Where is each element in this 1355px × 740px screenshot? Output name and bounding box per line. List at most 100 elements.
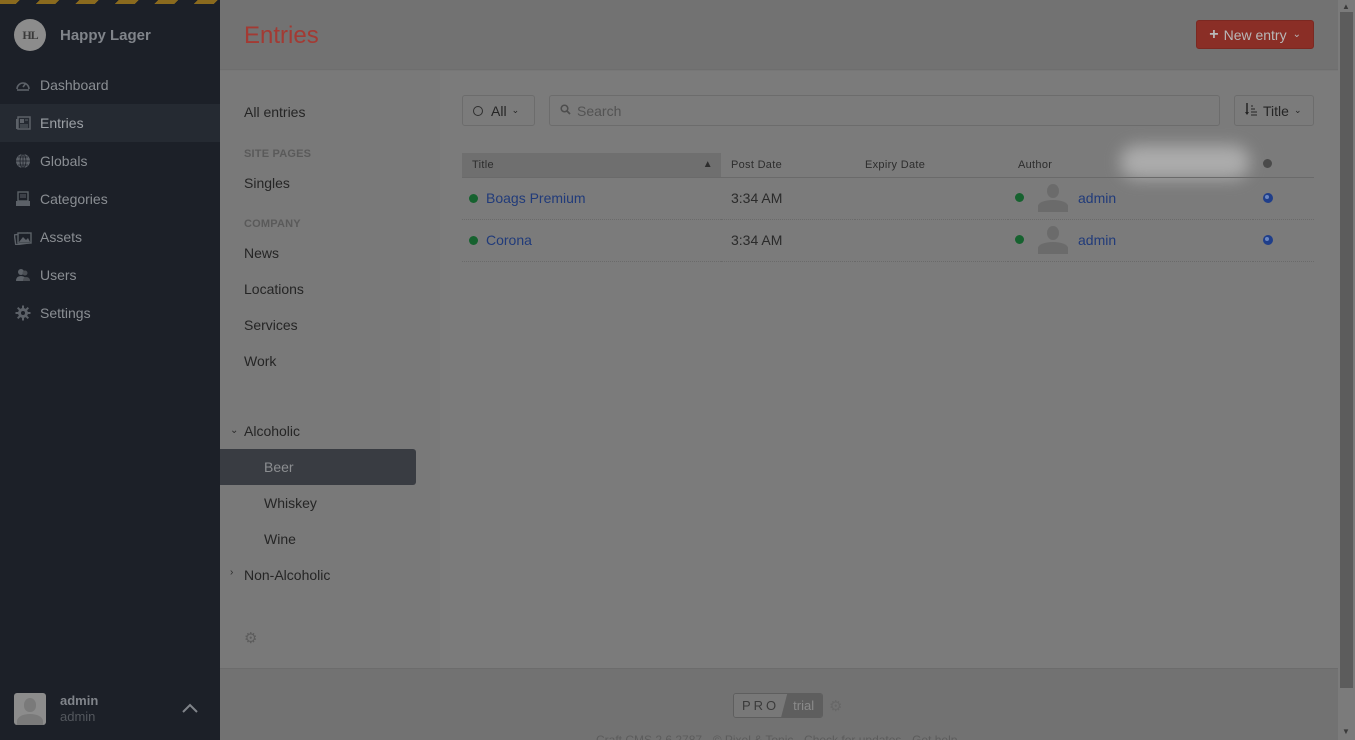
author-status-icon (1015, 234, 1024, 244)
page-header: Entries + New entry ⌄ (220, 0, 1338, 70)
chevron-down-icon: ⌄ (511, 105, 520, 115)
chevron-down-icon: ⌄ (1293, 105, 1302, 115)
author-avatar (1038, 184, 1068, 212)
page-scrollbar[interactable]: ▲ ▼ (1338, 0, 1355, 740)
site-header[interactable]: HL Happy Lager (0, 4, 220, 66)
chevron-down-icon[interactable]: ⌄ (230, 425, 238, 436)
table-header-row: Title ▲ Post Date Expiry Date Author (462, 153, 1314, 178)
source-singles[interactable]: Singles (244, 175, 290, 191)
status-live-icon (469, 193, 478, 203)
edition-badge[interactable]: PRO trial (733, 693, 824, 718)
gear-icon[interactable]: ⚙ (829, 697, 842, 715)
entries-pane: All ⌄ Title ⌄ Tit (440, 71, 1338, 668)
scroll-thumb[interactable] (1340, 12, 1353, 688)
nav-label: Users (40, 267, 77, 283)
nav-item-entries[interactable]: Entries (0, 104, 220, 142)
global-sidebar: HL Happy Lager Dashboard Entries Globals (0, 0, 220, 740)
main-area: Entries + New entry ⌄ All entries SITE P… (220, 0, 1338, 740)
sort-icon (1245, 102, 1258, 119)
table-row: Boags Premium 3:34 AM admin (462, 177, 1314, 220)
gear-icon[interactable]: ⚙ (244, 629, 257, 647)
source-work[interactable]: Work (244, 353, 276, 369)
source-non-alcoholic[interactable]: Non-Alcoholic (244, 567, 330, 583)
nav-label: Categories (40, 191, 108, 207)
globe-icon[interactable] (1263, 193, 1273, 203)
user-avatar (14, 693, 46, 725)
nav-label: Entries (40, 115, 84, 131)
nav-label: Assets (40, 229, 83, 245)
source-beer[interactable]: Beer (220, 449, 416, 485)
column-header-site (1253, 153, 1314, 178)
nav-item-globals[interactable]: Globals (0, 142, 220, 180)
entries-table: Title ▲ Post Date Expiry Date Author Boag… (462, 153, 1314, 262)
author-link[interactable]: admin (1078, 190, 1116, 206)
source-all-entries[interactable]: All entries (244, 104, 305, 120)
nav-label: Settings (40, 305, 91, 321)
source-wine[interactable]: Wine (264, 531, 296, 547)
column-header-title[interactable]: Title ▲ (462, 153, 721, 178)
source-locations[interactable]: Locations (244, 281, 304, 297)
users-icon (14, 266, 32, 284)
search-input[interactable] (577, 102, 1197, 119)
sort-label: Title (1263, 102, 1289, 119)
search-box[interactable] (549, 95, 1220, 126)
footer: PRO trial ⚙ Craft CMS 2.6.2787 · © Pixel… (220, 668, 1338, 740)
sort-button[interactable]: Title ⌄ (1234, 95, 1314, 126)
scroll-up-icon[interactable]: ▲ (1342, 2, 1350, 11)
nav-item-dashboard[interactable]: Dashboard (0, 66, 220, 104)
scroll-down-icon[interactable]: ▼ (1342, 727, 1350, 736)
chevron-up-icon[interactable] (182, 700, 198, 716)
source-heading-company: COMPANY (244, 218, 301, 230)
source-beer-label: Beer (264, 459, 294, 475)
user-role: admin (60, 709, 96, 724)
edition-status: trial (781, 694, 823, 717)
site-name[interactable]: Happy Lager (60, 27, 151, 44)
column-header-expiry-date[interactable]: Expiry Date (855, 153, 1008, 178)
chevron-down-icon: ⌄ (1292, 29, 1301, 40)
source-heading-site-pages: SITE PAGES (244, 148, 312, 160)
user-name: admin (60, 693, 99, 708)
globe-icon (14, 152, 32, 170)
nav-item-settings[interactable]: Settings (0, 294, 220, 332)
plus-icon: + (1209, 25, 1219, 43)
page-title: Entries (244, 22, 319, 49)
nav-item-users[interactable]: Users (0, 256, 220, 294)
user-panel[interactable]: admin admin (0, 678, 220, 740)
globe-icon (1263, 158, 1272, 168)
new-entry-button[interactable]: + New entry ⌄ (1196, 20, 1314, 49)
source-services[interactable]: Services (244, 317, 298, 333)
entry-title-link[interactable]: Corona (486, 232, 532, 248)
dashboard-icon (14, 76, 32, 94)
gear-icon (14, 304, 32, 322)
status-filter-button[interactable]: All ⌄ (462, 95, 535, 126)
status-filter-label: All (491, 102, 507, 119)
nav-label: Globals (40, 153, 88, 169)
entry-title-link[interactable]: Boags Premium (486, 190, 586, 206)
column-header-post-date[interactable]: Post Date (721, 153, 855, 178)
assets-icon (14, 228, 32, 246)
table-row: Corona 3:34 AM admin (462, 219, 1314, 262)
chevron-right-icon[interactable]: › (230, 567, 233, 578)
author-status-icon (1015, 192, 1024, 202)
source-whiskey[interactable]: Whiskey (264, 495, 317, 511)
global-nav: Dashboard Entries Globals Categories Ass… (0, 66, 220, 332)
status-circle-icon (473, 105, 483, 116)
footer-text: Craft CMS 2.6.2787 · © Pixel & Tonic · C… (596, 733, 958, 740)
sort-ascending-icon: ▲ (702, 159, 713, 170)
source-alcoholic[interactable]: Alcoholic (244, 423, 300, 439)
status-live-icon (469, 235, 478, 245)
post-date: 3:34 AM (721, 177, 855, 220)
expiry-date (855, 177, 1008, 220)
site-logo: HL (14, 19, 46, 51)
author-avatar (1038, 226, 1068, 254)
globe-icon[interactable] (1263, 235, 1273, 245)
nav-label: Dashboard (40, 77, 109, 93)
author-link[interactable]: admin (1078, 232, 1116, 248)
entries-icon (14, 114, 32, 132)
nav-item-assets[interactable]: Assets (0, 218, 220, 256)
nav-item-categories[interactable]: Categories (0, 180, 220, 218)
content: All entries SITE PAGES Singles COMPANY N… (220, 71, 1338, 668)
edition-label: PRO (734, 694, 790, 717)
source-news[interactable]: News (244, 245, 279, 261)
column-header-author[interactable]: Author (1008, 153, 1253, 178)
